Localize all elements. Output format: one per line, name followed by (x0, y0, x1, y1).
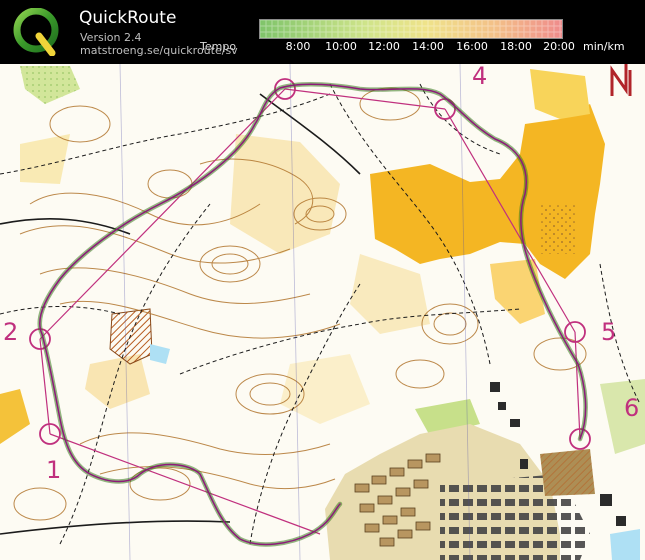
legend-tick: 16:00 (456, 40, 488, 53)
header-bar: QuickRoute Version 2.4 matstroeng.se/qui… (0, 0, 645, 64)
legend-label: Tempo (200, 40, 237, 53)
app-title: QuickRoute (79, 8, 177, 28)
quickroute-window: QuickRoute Version 2.4 matstroeng.se/qui… (0, 0, 645, 560)
control-label-1: 1 (46, 456, 62, 484)
legend-tick: 10:00 (325, 40, 357, 53)
control-label-6: 6 (624, 394, 640, 422)
pace-color-scale (259, 19, 563, 39)
control-label-4: 4 (472, 62, 488, 90)
app-version: Version 2.4 (80, 31, 142, 44)
quickroute-logo-icon (13, 8, 59, 56)
control-label-5: 5 (601, 318, 617, 346)
legend-tick: 12:00 (368, 40, 400, 53)
map-canvas (0, 64, 645, 560)
control-label-2: 2 (3, 318, 19, 346)
legend-tick: 14:00 (412, 40, 444, 53)
legend-tick: 8:00 (285, 40, 311, 53)
legend-tick: 18:00 (500, 40, 532, 53)
legend-tick: 20:00 (543, 40, 575, 53)
orienteering-map[interactable]: 1 2 4 5 6 (0, 62, 645, 560)
legend-unit: min/km (583, 40, 625, 53)
